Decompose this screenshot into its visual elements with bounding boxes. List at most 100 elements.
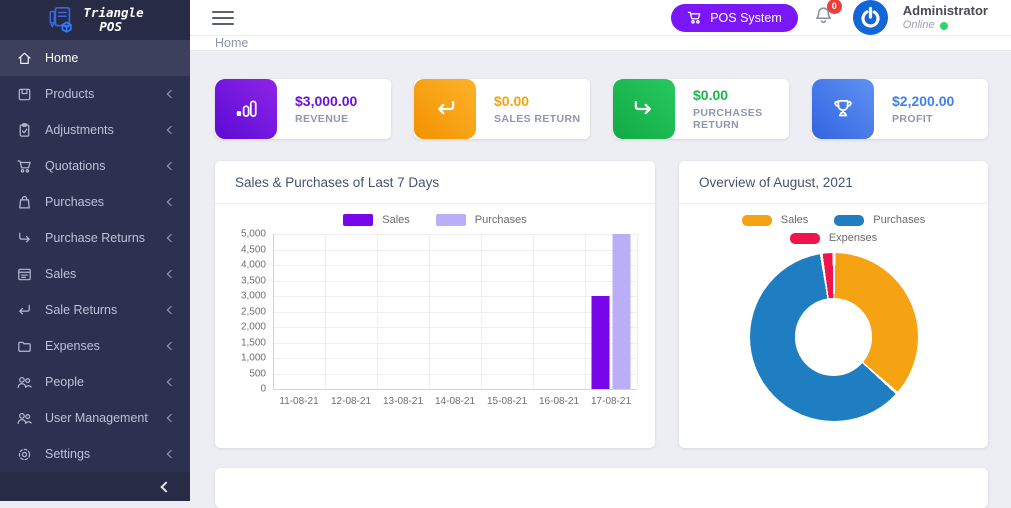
legend-item-purchases[interactable]: Purchases	[436, 214, 527, 226]
stat-card-revenue: $3,000.00REVENUE	[215, 79, 391, 139]
home-icon	[16, 50, 33, 67]
bar-chart-legend: Sales Purchases	[233, 214, 637, 226]
bottom-card-partial	[215, 468, 988, 508]
stat-card-profit: $2,200.00PROFIT	[812, 79, 988, 139]
donut-chart-title: Overview of August, 2021	[679, 161, 988, 204]
legend-item-sales[interactable]: Sales	[343, 214, 410, 226]
sale-returns-icon	[16, 302, 33, 319]
legend-item-expenses[interactable]: Expenses	[790, 232, 877, 244]
breadcrumb-home-link[interactable]: Home	[215, 36, 248, 50]
forward-arrow-icon	[613, 79, 675, 139]
sidebar-item-label: Quotations	[45, 159, 105, 173]
bar-chart-x-axis: 11-08-2112-08-2113-08-2114-08-2115-08-21…	[273, 396, 637, 407]
purchase-returns-icon	[16, 230, 33, 247]
user-avatar[interactable]	[853, 0, 888, 35]
legend-swatch	[343, 214, 373, 226]
y-axis-tick: 1,000	[241, 353, 266, 364]
sidebar-item-purchase-returns[interactable]: Purchase Returns	[0, 220, 190, 256]
sidebar-item-label: Sales	[45, 267, 76, 281]
purchases-icon	[16, 194, 33, 211]
sidebar-item-products[interactable]: Products	[0, 76, 190, 112]
y-axis-tick: 3,000	[241, 291, 266, 302]
quotations-icon	[16, 158, 33, 175]
sidebar-item-sales[interactable]: Sales	[0, 256, 190, 292]
sales-icon	[16, 266, 33, 283]
collapse-chevron-icon	[160, 481, 171, 492]
sidebar-item-settings[interactable]: Settings	[0, 436, 190, 472]
legend-swatch	[742, 215, 772, 226]
sidebar-item-label: People	[45, 375, 84, 389]
y-axis-tick: 2,000	[241, 322, 266, 333]
user-status: Online	[903, 19, 988, 33]
sidebar-item-sale-returns[interactable]: Sale Returns	[0, 292, 190, 328]
x-axis-label: 17-08-21	[585, 396, 637, 407]
notifications-button[interactable]: 0	[813, 5, 834, 31]
sidebar-item-people[interactable]: People	[0, 364, 190, 400]
sidebar-item-user-management[interactable]: User Management	[0, 400, 190, 436]
menu-toggle-button[interactable]	[212, 7, 234, 29]
brand-logo[interactable]: Triangle POS	[0, 0, 190, 40]
legend-label: Purchases	[475, 214, 527, 226]
legend-swatch	[436, 214, 466, 226]
settings-icon	[16, 446, 33, 463]
chevron-left-icon	[167, 342, 175, 350]
trophy-icon	[812, 79, 874, 139]
sidebar-item-label: Purchases	[45, 195, 104, 209]
sidebar-item-purchases[interactable]: Purchases	[0, 184, 190, 220]
bar-sales-17-08-21[interactable]	[592, 296, 610, 389]
brand-icon	[46, 5, 76, 35]
breadcrumb: Home	[190, 36, 1011, 51]
y-axis-tick: 3,500	[241, 275, 266, 286]
app-window: Triangle POS Home Products Adjustments Quot…	[0, 0, 1011, 501]
user-name: Administrator	[903, 3, 988, 19]
legend-item-purchases[interactable]: Purchases	[834, 214, 925, 226]
chevron-left-icon	[167, 270, 175, 278]
y-axis-tick: 0	[260, 384, 266, 395]
x-axis-label: 13-08-21	[377, 396, 429, 407]
stat-amount: $0.00	[494, 93, 580, 109]
adjustments-icon	[16, 122, 33, 139]
sidebar-item-expenses[interactable]: Expenses	[0, 328, 190, 364]
sidebar-item-label: Expenses	[45, 339, 100, 353]
legend-label: Expenses	[829, 232, 877, 244]
legend-label: Sales	[781, 214, 809, 226]
chevron-left-icon	[167, 450, 175, 458]
bar-group-17-08-21	[592, 234, 631, 389]
sidebar-menu: Home Products Adjustments Quotations Purchas…	[0, 40, 190, 472]
brand-name: Triangle POS	[83, 6, 143, 34]
sidebar-item-label: Home	[45, 51, 78, 65]
legend-label: Purchases	[873, 214, 925, 226]
stat-label: PROFIT	[892, 113, 954, 125]
sidebar-item-label: Purchase Returns	[45, 231, 145, 245]
y-axis-tick: 500	[249, 368, 266, 379]
people-icon	[16, 374, 33, 391]
legend-swatch	[834, 215, 864, 226]
pos-system-label: POS System	[710, 11, 782, 25]
chevron-left-icon	[167, 378, 175, 386]
user-management-icon	[16, 410, 33, 427]
return-arrow-icon	[414, 79, 476, 139]
y-axis-tick: 5,000	[241, 229, 266, 240]
sidebar: Triangle POS Home Products Adjustments Quot…	[0, 0, 190, 501]
products-icon	[16, 86, 33, 103]
sidebar-item-label: User Management	[45, 411, 148, 425]
pos-system-button[interactable]: POS System	[671, 4, 798, 32]
sidebar-item-quotations[interactable]: Quotations	[0, 148, 190, 184]
dashboard-content: $3,000.00REVENUE$0.00SALES RETURN$0.00PU…	[190, 51, 1011, 508]
bar-chart-plot-area	[273, 234, 637, 389]
expenses-icon	[16, 338, 33, 355]
stat-label: PURCHASES RETURN	[693, 107, 789, 131]
sidebar-collapse-button[interactable]	[0, 472, 190, 501]
x-axis-label: 11-08-21	[273, 396, 325, 407]
stat-amount: $3,000.00	[295, 93, 357, 109]
bar-chart-card: Sales & Purchases of Last 7 Days SalesPu…	[215, 161, 655, 448]
sidebar-item-label: Adjustments	[45, 123, 114, 137]
stat-card-purchases-return: $0.00PURCHASES RETURN	[613, 79, 789, 139]
power-logo-icon	[853, 0, 888, 35]
legend-item-sales[interactable]: Sales	[742, 214, 809, 226]
x-axis-label: 16-08-21	[533, 396, 585, 407]
chevron-left-icon	[167, 198, 175, 206]
sidebar-item-home[interactable]: Home	[0, 40, 190, 76]
bar-purchases-17-08-21[interactable]	[613, 234, 631, 389]
sidebar-item-adjustments[interactable]: Adjustments	[0, 112, 190, 148]
